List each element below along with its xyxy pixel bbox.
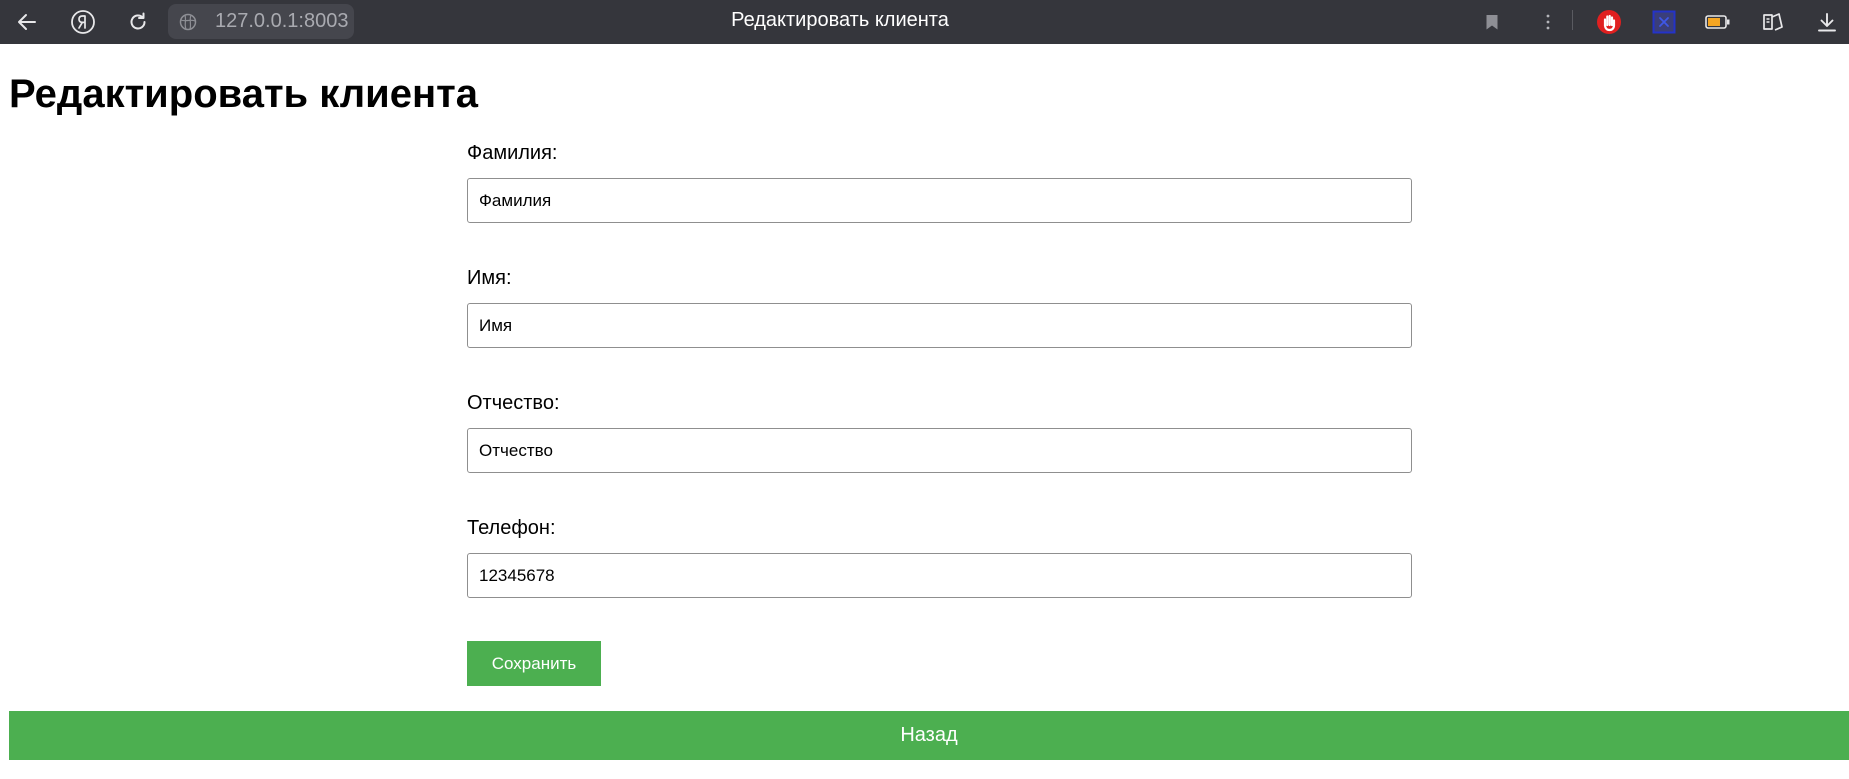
patronymic-label: Отчество: xyxy=(467,392,560,414)
bookmark-icon[interactable] xyxy=(1478,8,1506,36)
yandex-logo-icon[interactable] xyxy=(69,8,97,36)
tab-title: Редактировать клиента xyxy=(731,9,949,31)
toolbar-separator xyxy=(1572,10,1573,30)
back-button[interactable]: Назад xyxy=(9,711,1849,760)
first-name-field[interactable] xyxy=(467,303,1412,348)
download-icon[interactable] xyxy=(1813,8,1841,36)
address-bar[interactable]: 127.0.0.1:8003 xyxy=(168,4,354,39)
last-name-label: Фамилия: xyxy=(467,142,558,164)
save-button[interactable]: Сохранить xyxy=(467,641,601,686)
first-name-label: Имя: xyxy=(467,267,512,289)
page-title: Редактировать клиента xyxy=(9,72,478,116)
battery-icon[interactable] xyxy=(1704,8,1732,36)
patronymic-field[interactable] xyxy=(467,428,1412,473)
collections-icon[interactable] xyxy=(1759,8,1787,36)
address-text[interactable]: 127.0.0.1:8003 xyxy=(215,10,348,33)
last-name-field[interactable] xyxy=(467,178,1412,223)
extension-box-icon[interactable] xyxy=(1650,8,1678,36)
reload-icon[interactable] xyxy=(124,8,152,36)
globe-icon[interactable] xyxy=(178,12,198,32)
more-vertical-icon[interactable] xyxy=(1534,8,1562,36)
back-arrow-icon[interactable] xyxy=(13,8,41,36)
phone-field[interactable] xyxy=(467,553,1412,598)
stop-hand-icon[interactable] xyxy=(1595,8,1623,36)
phone-label: Телефон: xyxy=(467,517,556,539)
browser-toolbar: 127.0.0.1:8003 Редактировать клиента xyxy=(0,0,1849,44)
